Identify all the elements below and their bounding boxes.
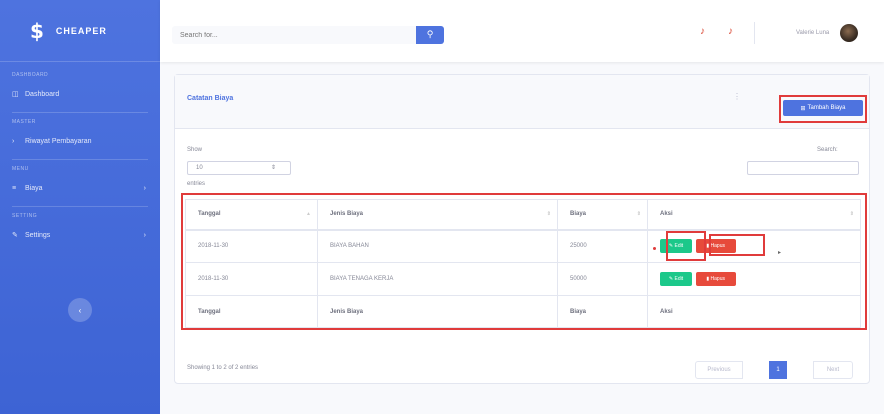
avatar[interactable] [840, 24, 858, 42]
envelope-icon[interactable]: ♪ [728, 26, 733, 37]
sidebar-item-label: Riwayat Pembayaran [25, 137, 92, 145]
user-name[interactable]: Valerie Luna [796, 30, 829, 36]
plus-icon: ⊞ [800, 105, 806, 112]
footer-aksi: Aksi [647, 295, 861, 328]
sidebar-item-label: Settings [25, 231, 51, 239]
sort-icon: ⇕ [849, 211, 854, 217]
list-icon: ≡ [12, 184, 17, 192]
column-label: Jenis Biaya [330, 211, 364, 218]
column-header-biaya[interactable]: Biaya ⇕ [557, 199, 648, 231]
topbar: ⚲ ♪ ♪ Valerie Luna [160, 0, 884, 62]
sidebar-heading-menu: MENU [12, 166, 29, 172]
cell-jenis: BIAYA TENAGA KERJA [317, 262, 558, 296]
column-label: Aksi [660, 211, 673, 218]
page-1-button[interactable]: 1 [769, 361, 787, 379]
show-label: Show [187, 147, 203, 153]
brand-text: CHEAPER [55, 25, 107, 36]
cell-tanggal: 2018-11-30 [185, 262, 318, 296]
entries-select-value: 10 [196, 165, 203, 171]
column-label: Biaya [570, 211, 587, 218]
pencil-icon: ✎ [668, 276, 674, 282]
chevron-left-icon: ‹ [78, 305, 82, 315]
sidebar-item-settings[interactable]: ✎ Settings › [0, 223, 160, 247]
sidebar-item-dashboard[interactable]: ◫ Dashboard [0, 82, 160, 106]
dollar-icon: $ [30, 18, 44, 43]
showing-entries-text: Showing 1 to 2 of 2 entries [187, 365, 259, 371]
cell-biaya: 25000 [557, 229, 648, 263]
sidebar-item-label: Dashboard [25, 90, 60, 98]
cell-biaya: 50000 [557, 262, 648, 296]
dashboard-icon: ◫ [12, 91, 19, 98]
column-header-jenis[interactable]: Jenis Biaya ⇕ [317, 199, 558, 231]
column-header-aksi[interactable]: Aksi ⇕ [647, 199, 861, 231]
chevron-icon: › [12, 137, 15, 145]
annotation-dot [653, 247, 656, 250]
sidebar-divider [12, 112, 148, 113]
pagination: Previous 1 Next [695, 361, 853, 379]
table-footer-row: Tanggal Jenis Biaya Biaya Aksi [185, 295, 861, 328]
card-title: Catatan Biaya [187, 95, 234, 102]
delete-button[interactable]: ▮ Hapus [695, 272, 736, 286]
sidebar-heading-dashboard: DASHBOARD [12, 72, 49, 78]
add-expense-label: Tambah Biaya [807, 105, 846, 111]
bell-icon[interactable]: ♪ [700, 26, 705, 37]
sort-icon: ⇕ [546, 211, 551, 217]
topbar-search: ⚲ [172, 26, 444, 44]
sidebar-item-label: Biaya [25, 184, 43, 192]
more-menu-icon[interactable]: ⋮ [733, 92, 741, 101]
wrench-icon: ✎ [12, 232, 18, 239]
expense-table: Tanggal ▲ Jenis Biaya ⇕ Biaya ⇕ Aksi ⇕ 2018-… [185, 199, 861, 328]
table-row: 2018-11-30 BIAYA TENAGA KERJA 50000 ✎ Ed… [185, 262, 861, 296]
search-icon: ⚲ [426, 30, 434, 40]
edit-label: Edit [674, 276, 684, 282]
sidebar-divider [12, 206, 148, 207]
topbar-divider [754, 22, 755, 44]
delete-label: Hapus [710, 276, 725, 282]
entries-label: entries [187, 181, 206, 187]
card-header: Catatan Biaya ⋮ ⊞ Tambah Biaya [175, 75, 869, 129]
footer-jenis: Jenis Biaya [317, 295, 558, 328]
search-input[interactable] [172, 26, 416, 44]
table-search-input[interactable] [747, 161, 859, 175]
cell-aksi: ✎ Edit ▮ Hapus [647, 262, 861, 296]
cell-jenis: BIAYA BAHAN [317, 229, 558, 263]
sidebar-heading-master: MASTER [12, 119, 36, 125]
cursor-icon: ▸ [778, 250, 782, 256]
edit-button-highlight [666, 231, 706, 261]
search-button[interactable]: ⚲ [416, 26, 444, 44]
table-search-label: Search: [817, 147, 838, 153]
sort-arrows-icon: ⇕ [270, 165, 276, 171]
sidebar-item-biaya[interactable]: ≡ Biaya › [0, 176, 160, 200]
chevron-right-icon: › [143, 231, 146, 239]
cell-tanggal: 2018-11-30 [185, 229, 318, 263]
page-footer [160, 400, 884, 414]
delete-button-highlight [709, 234, 765, 256]
edit-button[interactable]: ✎ Edit [660, 272, 692, 286]
sidebar-toggle-button[interactable]: ‹ [68, 298, 92, 322]
sort-icon: ⇕ [636, 211, 641, 217]
chevron-right-icon: › [143, 184, 146, 192]
previous-page-button[interactable]: Previous [695, 361, 743, 379]
sidebar-divider [12, 159, 148, 160]
table-header-row: Tanggal ▲ Jenis Biaya ⇕ Biaya ⇕ Aksi ⇕ [185, 199, 861, 231]
add-expense-button[interactable]: ⊞ Tambah Biaya [783, 100, 863, 116]
footer-biaya: Biaya [557, 295, 648, 328]
footer-tanggal: Tanggal [185, 295, 318, 328]
next-page-button[interactable]: Next [813, 361, 853, 379]
sidebar-item-riwayat[interactable]: › Riwayat Pembayaran [0, 129, 160, 153]
sidebar-heading-setting: SETTING [12, 213, 38, 219]
expense-card: Catatan Biaya ⋮ ⊞ Tambah Biaya Show 10 ⇕… [174, 74, 870, 384]
column-label: Tanggal [198, 211, 221, 218]
sort-icon: ▲ [306, 211, 311, 217]
sidebar: $ CHEAPER DASHBOARD ◫ Dashboard MASTER ›… [0, 0, 160, 414]
column-header-tanggal[interactable]: Tanggal ▲ [185, 199, 318, 231]
trash-icon: ▮ [706, 276, 710, 282]
brand[interactable]: $ CHEAPER [0, 0, 160, 62]
entries-select[interactable]: 10 ⇕ [187, 161, 291, 175]
